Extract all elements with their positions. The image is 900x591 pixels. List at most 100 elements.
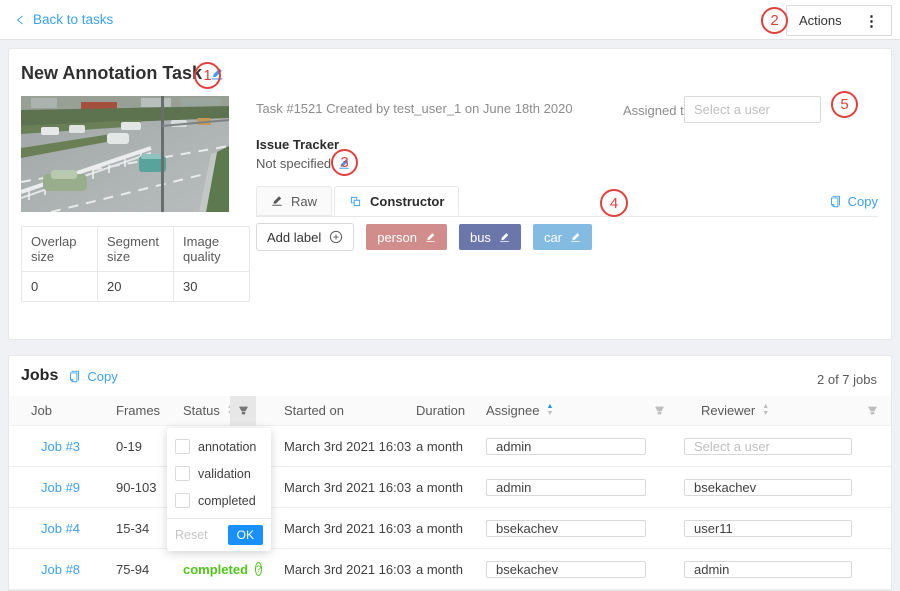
assignee-input[interactable]	[486, 520, 646, 537]
status-filter-dropdown: annotation validation completed Reset OK	[167, 428, 271, 551]
job-status: completed ?	[183, 562, 256, 577]
callout-5: 5	[831, 91, 858, 118]
copy-jobs-label: Copy	[87, 369, 117, 384]
tab-raw-label: Raw	[291, 194, 317, 209]
callout-1: 1	[194, 62, 221, 89]
job-link[interactable]: Job #3	[41, 439, 80, 454]
chevron-left-icon	[14, 14, 26, 26]
column-assignee[interactable]: Assignee ▲ ▼	[486, 403, 646, 418]
job-started-on: March 3rd 2021 16:03	[256, 562, 416, 577]
job-started-on: March 3rd 2021 16:03	[256, 521, 416, 536]
job-duration: a month	[416, 480, 486, 495]
copy-labels-link[interactable]: Copy	[829, 194, 878, 209]
job-link[interactable]: Job #4	[41, 521, 80, 536]
job-started-on: March 3rd 2021 16:03	[256, 480, 416, 495]
copy-icon	[829, 195, 842, 208]
cvat-task-page: { "icons": { "more": "⋮", "question": "?…	[0, 0, 900, 590]
copy-jobs-link[interactable]: Copy	[68, 369, 117, 384]
column-job: Job	[23, 403, 108, 418]
issue-tracker-value: Not specified	[256, 156, 331, 171]
edit-label-icon[interactable]	[570, 232, 581, 243]
assigned-to-label: Assigned to	[623, 103, 691, 118]
assignee-filter-trigger[interactable]	[646, 396, 672, 426]
actions-label: Actions	[799, 13, 842, 28]
filter-ok-button[interactable]: OK	[228, 525, 263, 545]
jobs-table-body: Job #3 0-19 March 3rd 2021 16:03 a month…	[9, 426, 891, 590]
add-label-button[interactable]: Add label	[256, 223, 354, 251]
column-frames: Frames	[108, 403, 183, 418]
job-duration: a month	[416, 562, 486, 577]
column-assignee-label: Assignee	[486, 403, 539, 418]
reviewer-input[interactable]	[684, 479, 852, 496]
task-parameters-table: Overlap size Segment size Image quality …	[21, 226, 250, 302]
job-duration: a month	[416, 521, 486, 536]
param-overlap-size-value: 0	[22, 272, 98, 302]
copy-icon	[68, 370, 81, 383]
reviewer-sorter[interactable]: ▲ ▼	[762, 404, 769, 417]
assignee-input[interactable]	[486, 561, 646, 578]
reviewer-input[interactable]	[684, 520, 852, 537]
pencil-icon	[271, 195, 283, 207]
block-icon	[349, 195, 362, 208]
column-status[interactable]: Status ▲ ▼	[183, 403, 230, 418]
task-details-card: New Annotation Task	[8, 48, 892, 340]
table-row: Job #9 90-103 March 3rd 2021 16:03 a mon…	[9, 467, 891, 508]
task-preview-image	[21, 96, 229, 212]
label-chip-bus[interactable]: bus	[459, 224, 521, 250]
job-frames: 75-94	[108, 562, 183, 577]
assignee-input[interactable]	[486, 438, 646, 455]
assigned-to-input[interactable]	[684, 96, 821, 123]
filter-option-validation[interactable]: validation	[167, 460, 271, 487]
checkbox-icon[interactable]	[175, 493, 190, 508]
filter-reset-button[interactable]: Reset	[175, 528, 208, 542]
back-to-tasks-label: Back to tasks	[33, 12, 113, 27]
copy-labels-label: Copy	[848, 194, 878, 209]
callout-4: 4	[600, 189, 628, 217]
assignee-sorter[interactable]: ▲ ▼	[546, 404, 553, 417]
filter-option-annotation-label: annotation	[198, 440, 256, 454]
filter-funnel-icon	[867, 405, 878, 416]
checkbox-icon[interactable]	[175, 466, 190, 481]
job-duration: a month	[416, 439, 486, 454]
reviewer-input[interactable]	[684, 561, 852, 578]
edit-label-icon[interactable]	[499, 232, 510, 243]
table-row: Job #8 75-94 completed ? March 3rd 2021 …	[9, 549, 891, 590]
callout-3: 3	[331, 149, 358, 176]
status-filter-trigger[interactable]	[230, 396, 256, 426]
tab-constructor-label: Constructor	[370, 194, 444, 209]
actions-button[interactable]: Actions ⋮	[786, 5, 892, 36]
job-link[interactable]: Job #9	[41, 480, 80, 495]
filter-option-completed[interactable]: completed	[167, 487, 271, 514]
task-meta-text: Task #1521 Created by test_user_1 on Jun…	[256, 101, 573, 116]
param-image-quality-header: Image quality	[174, 227, 250, 272]
column-reviewer-label: Reviewer	[701, 403, 755, 418]
tab-constructor[interactable]: Constructor	[334, 186, 459, 216]
jobs-table-header: Job Frames Status ▲ ▼ Started on Duratio…	[9, 396, 891, 426]
column-reviewer[interactable]: Reviewer ▲ ▼	[672, 403, 859, 418]
column-started-on: Started on	[256, 403, 416, 418]
tab-raw[interactable]: Raw	[256, 186, 332, 216]
checkbox-icon[interactable]	[175, 439, 190, 454]
plus-circle-icon	[329, 230, 343, 244]
label-chip-car[interactable]: car	[533, 224, 592, 250]
edit-label-icon[interactable]	[425, 232, 436, 243]
column-status-label: Status	[183, 403, 220, 418]
label-chip-person[interactable]: person	[366, 224, 447, 250]
filter-option-validation-label: validation	[198, 467, 251, 481]
table-row: Job #3 0-19 March 3rd 2021 16:03 a month	[9, 426, 891, 467]
job-link[interactable]: Job #8	[41, 562, 80, 577]
callout-2: 2	[761, 7, 788, 34]
param-segment-size-value: 20	[98, 272, 174, 302]
reviewer-input[interactable]	[684, 438, 852, 455]
assignee-input[interactable]	[486, 479, 646, 496]
back-to-tasks-link[interactable]: Back to tasks	[14, 12, 113, 27]
kebab-menu-icon: ⋮	[864, 12, 879, 30]
filter-option-annotation[interactable]: annotation	[167, 433, 271, 460]
reviewer-filter-trigger[interactable]	[859, 396, 885, 426]
label-chip-person-name: person	[377, 230, 417, 245]
param-image-quality-value: 30	[174, 272, 250, 302]
jobs-count: 2 of 7 jobs	[817, 372, 877, 387]
filter-funnel-icon	[238, 405, 249, 416]
labels-editor-tabs: Raw Constructor Copy	[256, 187, 878, 217]
filter-option-completed-label: completed	[198, 494, 256, 508]
